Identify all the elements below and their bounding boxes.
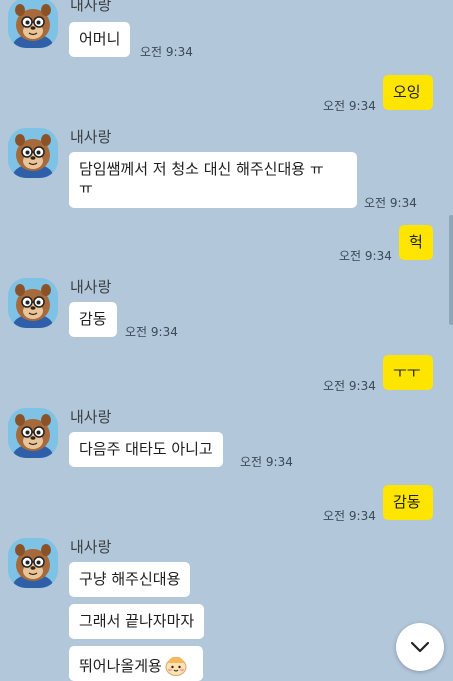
message-bubble[interactable]: 감동: [383, 485, 433, 520]
message-time: 오전 9:34: [364, 196, 417, 210]
message-text: 뛰어나올게용: [79, 657, 162, 675]
message-time: 오전 9:34: [140, 45, 193, 59]
message-bubble[interactable]: 감동: [69, 302, 117, 337]
sender-avatar[interactable]: [8, 128, 58, 178]
message-time: 오전 9:34: [323, 379, 376, 393]
scrollbar[interactable]: [449, 215, 453, 325]
sender-name: 내사랑: [70, 408, 112, 426]
message-time: 오전 9:34: [240, 455, 293, 469]
message-bubble[interactable]: 구냥 해주신대용: [69, 562, 191, 597]
scroll-to-bottom-button[interactable]: [396, 623, 444, 671]
chipmunk-avatar-icon: [8, 128, 58, 178]
message-bubble[interactable]: 헉: [399, 225, 433, 260]
sender-name: 내사랑: [70, 0, 112, 14]
message-line: 담임쌤께서 저 청소 대신 해주신대용 ㅠ: [79, 160, 324, 178]
message-bubble[interactable]: 담임쌤께서 저 청소 대신 해주신대용 ㅠ ㅠ: [69, 152, 357, 208]
message-line: ㅠ: [79, 179, 93, 197]
message-time: 오전 9:34: [323, 509, 376, 523]
chipmunk-avatar-icon: [8, 408, 58, 458]
sender-name: 내사랑: [70, 128, 112, 146]
sender-avatar[interactable]: [8, 278, 58, 328]
message-bubble[interactable]: 뛰어나올게용: [69, 646, 203, 681]
sender-avatar[interactable]: [8, 408, 58, 458]
sender-name: 내사랑: [70, 538, 112, 556]
chipmunk-avatar-icon: [8, 0, 58, 48]
sender-avatar[interactable]: [8, 538, 58, 588]
message-bubble[interactable]: 어머니: [69, 22, 131, 57]
message-bubble[interactable]: 그래서 끝나자마자: [69, 604, 205, 639]
sender-name: 내사랑: [70, 278, 112, 296]
chipmunk-avatar-icon: [8, 538, 58, 588]
sender-avatar[interactable]: [8, 0, 58, 48]
message-time: 오전 9:34: [339, 249, 392, 263]
chevron-down-icon: [410, 641, 430, 653]
message-bubble[interactable]: ㅜㅜ: [383, 355, 433, 390]
message-bubble[interactable]: 다음주 대타도 아니고: [69, 432, 223, 467]
chipmunk-avatar-icon: [8, 278, 58, 328]
smiling-face-emoji-icon: [165, 656, 187, 676]
message-time: 오전 9:34: [323, 99, 376, 113]
message-time: 오전 9:34: [125, 325, 178, 339]
message-bubble[interactable]: 오잉: [383, 75, 433, 110]
